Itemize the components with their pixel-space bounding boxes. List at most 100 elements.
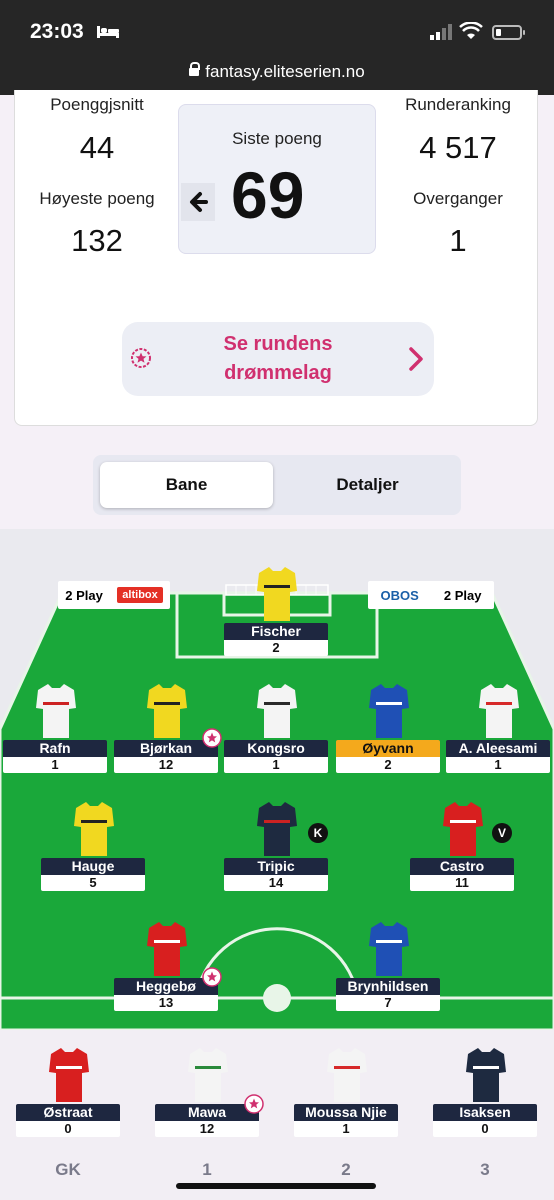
- player-card[interactable]: Tripic 14: [224, 800, 328, 920]
- player-points: 14: [224, 875, 328, 891]
- home-indicator[interactable]: [176, 1183, 376, 1189]
- transfers-label: Overganger: [413, 189, 503, 208]
- shirt-body: [147, 922, 187, 976]
- highest-points-label: Høyeste poeng: [39, 189, 155, 208]
- tab-pitch[interactable]: Bane: [100, 462, 273, 508]
- chevron-right-icon: [409, 347, 423, 371]
- bench-slot-label: GK: [55, 1160, 81, 1179]
- player-points: 1: [224, 757, 328, 773]
- player-points: 1: [446, 757, 550, 773]
- bench-slot-label: 2: [341, 1160, 351, 1179]
- dream-team-star-icon: [202, 728, 222, 748]
- bench-player-card[interactable]: Moussa Njie 1: [294, 1046, 398, 1166]
- status-bar: 23:03 fantasy.eliteserien.no: [0, 0, 554, 95]
- player-points: 2: [224, 640, 328, 656]
- shirt-trim: [450, 820, 476, 823]
- shirt-body: [257, 684, 297, 738]
- shirt-icon: [74, 802, 114, 856]
- player-card[interactable]: Øyvann 2: [336, 682, 440, 802]
- shirt-icon: [147, 922, 187, 976]
- last-points-value: 69: [231, 158, 305, 232]
- shirt-trim: [43, 702, 69, 705]
- lock-icon: [189, 62, 201, 76]
- player-card[interactable]: Fischer 2: [224, 565, 328, 685]
- dream-team-star-icon: [244, 1094, 264, 1114]
- wifi-icon: [459, 22, 483, 39]
- dream-team-button[interactable]: Se rundens drømmelag: [122, 322, 434, 396]
- player-points: 2: [336, 757, 440, 773]
- player-points: 12: [155, 1121, 259, 1137]
- shirt-trim: [376, 702, 402, 705]
- sponsor-2play-left: 2 Play: [65, 587, 103, 603]
- player-name: Castro: [410, 858, 514, 875]
- player-points: 1: [3, 757, 107, 773]
- vice-captain-badge: V: [492, 823, 512, 843]
- player-name: Fischer: [224, 623, 328, 640]
- player-name: Moussa Njie: [294, 1104, 398, 1121]
- swap-arrow-icon: [181, 183, 215, 221]
- player-points: 12: [114, 757, 218, 773]
- round-rank-label: Runderanking: [405, 95, 511, 114]
- sponsor-board-left: 2 Play altibox: [58, 581, 170, 609]
- player-points: 11: [410, 875, 514, 891]
- bench-slot-label: 1: [202, 1160, 212, 1179]
- captain-badge: K: [308, 823, 328, 843]
- sponsor-2play-right: 2 Play: [443, 587, 482, 603]
- shirt-icon: [147, 684, 187, 738]
- shirt-trim: [376, 940, 402, 943]
- star-badge-icon: [131, 348, 151, 368]
- bench-player-card[interactable]: Østraat 0: [16, 1046, 120, 1166]
- shirt-trim: [264, 702, 290, 705]
- bench-slot-label: 3: [480, 1160, 490, 1179]
- address-bar[interactable]: fantasy.eliteserien.no: [0, 62, 554, 82]
- shirt-body: [369, 922, 409, 976]
- shirt-icon: [257, 684, 297, 738]
- player-card[interactable]: Kongsro 1: [224, 682, 328, 802]
- view-tabs: Bane Detaljer: [93, 455, 461, 515]
- shirt-icon: [36, 684, 76, 738]
- shirt-trim: [81, 820, 107, 823]
- shirt-body: [257, 567, 297, 621]
- player-card[interactable]: Rafn 1: [3, 682, 107, 802]
- transfers-value: 1: [449, 223, 467, 258]
- shirt-body: [36, 684, 76, 738]
- player-card[interactable]: A. Aleesami 1: [446, 682, 550, 802]
- player-name: Kongsro: [224, 740, 328, 757]
- shirt-trim: [56, 1066, 82, 1069]
- sponsor-obos: OBOS: [380, 587, 419, 603]
- player-card[interactable]: Brynhildsen 7: [336, 920, 440, 1040]
- shirt-icon: [479, 684, 519, 738]
- player-name: Østraat: [16, 1104, 120, 1121]
- clock: 23:03: [30, 20, 84, 43]
- player-name: Tripic: [224, 858, 328, 875]
- bench-player-card[interactable]: Isaksen 0: [433, 1046, 537, 1166]
- shirt-body: [479, 684, 519, 738]
- tab-details[interactable]: Detaljer: [281, 462, 454, 508]
- sponsor-altibox: altibox: [117, 587, 163, 603]
- shirt-body: [443, 802, 483, 856]
- shirt-body: [466, 1048, 506, 1102]
- shirt-trim: [473, 1066, 499, 1069]
- last-points-box[interactable]: Siste poeng 69: [178, 104, 376, 254]
- shirt-trim: [264, 585, 290, 588]
- average-points-label: Poenggjsnitt: [50, 95, 144, 114]
- shirt-icon: [443, 802, 483, 856]
- shirt-icon: [466, 1048, 506, 1102]
- last-points-label: Siste poeng: [232, 129, 322, 148]
- sponsor-board-right: OBOS 2 Play: [368, 581, 494, 609]
- dream-team-star-icon: [202, 967, 222, 987]
- shirt-trim: [486, 702, 512, 705]
- dream-team-label: Se rundens drømmelag: [223, 333, 333, 384]
- shirt-trim: [154, 940, 180, 943]
- player-card[interactable]: Hauge 5: [41, 800, 145, 920]
- sleep-icon: [97, 26, 119, 38]
- highest-points-value: 132: [71, 223, 123, 258]
- player-name: Brynhildsen: [336, 978, 440, 995]
- shirt-trim: [334, 1066, 360, 1069]
- stats-card: Poenggjsnitt 44 Høyeste poeng 132 Runder…: [14, 90, 538, 426]
- player-points: 5: [41, 875, 145, 891]
- player-points: 0: [16, 1121, 120, 1137]
- player-card[interactable]: Castro 11: [410, 800, 514, 920]
- player-name: Øyvann: [336, 740, 440, 757]
- shirt-icon: [257, 567, 297, 621]
